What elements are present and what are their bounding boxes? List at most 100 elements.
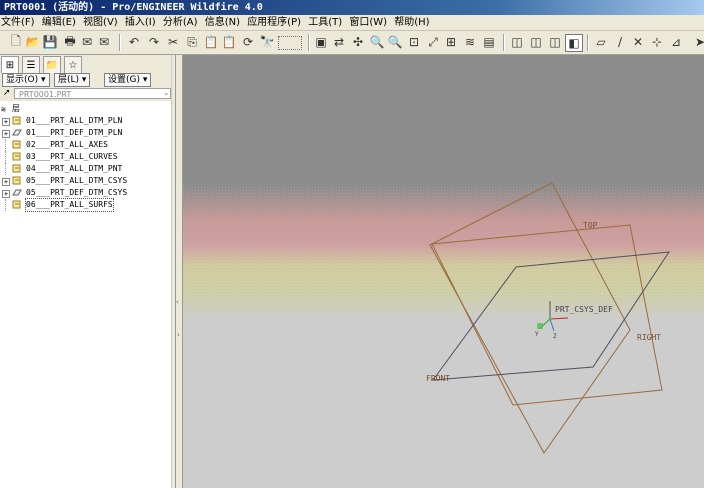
main-toolbar: 🗋 📂 💾 🖶 ✉ ✉ ↶ ↷ ✂ ⎘ 📋 📋 ⟳ 🔭 ▣ ⇄ ✣ 🔍 🔍 ⊡ … bbox=[0, 31, 704, 55]
datum-planes-icon[interactable]: ▱ bbox=[593, 34, 609, 50]
layer-label: 02___PRT_ALL_AXES bbox=[26, 140, 108, 149]
navigator-panel: ⊞ ☰ 📁 ☆ 显示(O) ▾ 层(L) ▾ 设置(G) ▾ ➚ PRT0001… bbox=[0, 55, 175, 488]
redo-icon[interactable]: ↷ bbox=[146, 34, 162, 50]
layers-icon[interactable]: ≋ bbox=[462, 34, 478, 50]
csys-x-axis bbox=[549, 317, 569, 320]
layer-label: 03___PRT_ALL_CURVES bbox=[26, 152, 118, 161]
tree-connector bbox=[5, 139, 6, 151]
csys-origin bbox=[548, 317, 552, 321]
expand-icon[interactable]: + bbox=[2, 130, 10, 138]
layer-icon bbox=[12, 164, 22, 173]
tree-connector bbox=[5, 151, 6, 163]
csys-z-axis bbox=[549, 318, 555, 332]
paste-special-icon[interactable]: 📋 bbox=[221, 34, 237, 50]
cut-icon[interactable]: ✂ bbox=[165, 34, 181, 50]
show-dropdown[interactable]: 显示(O) ▾ bbox=[2, 73, 50, 87]
hidden-line-icon[interactable]: ◫ bbox=[528, 34, 544, 50]
layer-icon bbox=[12, 200, 22, 209]
new-icon[interactable]: 🗋 bbox=[8, 34, 24, 50]
label-csys[interactable]: PRT_CSYS_DEF bbox=[555, 305, 613, 314]
model-select[interactable]: PRT0001.PRT bbox=[14, 88, 171, 99]
reorient-icon[interactable]: ⤢ bbox=[425, 34, 441, 50]
saved-views-icon[interactable]: ⊞ bbox=[443, 34, 459, 50]
layer-tree-icon[interactable]: ☰ bbox=[22, 56, 40, 74]
expand-right-icon[interactable]: › bbox=[177, 331, 180, 339]
model-combo-row: ➚ PRT0001.PRT ⌄ bbox=[0, 87, 175, 101]
pointer-icon: ➚ bbox=[3, 88, 11, 98]
menu-window[interactable]: 窗口(W) bbox=[349, 15, 390, 30]
settings-dropdown[interactable]: 设置(G) ▾ bbox=[104, 73, 152, 87]
layer-label: 05___PRT_ALL_DTM_CSYS bbox=[26, 176, 128, 185]
layers-root-icon: ≋ bbox=[1, 105, 6, 114]
layer-tree: ≋ 层 +01___PRT_ALL_DTM_PLN +01___PRT_DEF_D… bbox=[0, 103, 171, 488]
layer-label: 06___PRT_ALL_SURFS bbox=[25, 198, 114, 212]
email-link-icon[interactable]: ✉ bbox=[96, 34, 112, 50]
repaint-icon[interactable]: ▣ bbox=[313, 34, 329, 50]
select-icon[interactable]: ➤ bbox=[692, 34, 704, 50]
view-manager-icon[interactable]: ▤ bbox=[481, 34, 497, 50]
zoom-out-icon[interactable]: 🔍 bbox=[387, 34, 403, 50]
csys-icon[interactable]: ⊹ bbox=[649, 34, 665, 50]
plane-layer-icon bbox=[12, 188, 22, 197]
label-top[interactable]: TOP bbox=[583, 221, 598, 230]
plane-layer-icon bbox=[12, 128, 22, 137]
menu-analysis[interactable]: 分析(A) bbox=[163, 15, 201, 30]
label-axis-y: Y bbox=[535, 331, 539, 338]
label-right[interactable]: RIGHT bbox=[637, 333, 661, 342]
menu-view[interactable]: 视图(V) bbox=[83, 15, 121, 30]
menu-applications[interactable]: 应用程序(P) bbox=[247, 15, 304, 30]
expand-icon[interactable]: + bbox=[2, 190, 10, 198]
layer-dropdown[interactable]: 层(L) ▾ bbox=[54, 73, 91, 87]
layer-icon bbox=[12, 140, 22, 149]
undo-icon[interactable]: ↶ bbox=[126, 34, 142, 50]
orient-icon[interactable]: ⇄ bbox=[331, 34, 347, 50]
panel-splitter[interactable]: ‹ › bbox=[175, 55, 183, 488]
layer-icon bbox=[12, 176, 22, 185]
menu-help[interactable]: 帮助(H) bbox=[394, 15, 432, 30]
layer-icon bbox=[12, 152, 22, 161]
open-icon[interactable]: 📂 bbox=[25, 34, 41, 50]
collapse-left-icon[interactable]: ‹ bbox=[176, 298, 179, 306]
shading-icon[interactable]: ◧ bbox=[565, 34, 583, 52]
regenerate-icon[interactable]: ⟳ bbox=[240, 34, 256, 50]
menu-info[interactable]: 信息(N) bbox=[205, 15, 243, 30]
menu-edit[interactable]: 编辑(E) bbox=[42, 15, 79, 30]
copy-icon[interactable]: ⎘ bbox=[184, 34, 200, 50]
datum-points-icon[interactable]: ✕ bbox=[630, 34, 646, 50]
refit-icon[interactable]: ⊡ bbox=[406, 34, 422, 50]
label-axis-z: Z bbox=[553, 333, 557, 340]
menu-tools[interactable]: 工具(T) bbox=[308, 15, 345, 30]
menu-bar: 文件(F) 编辑(E) 视图(V) 插入(I) 分析(A) 信息(N) 应用程序… bbox=[0, 15, 704, 31]
zoom-in-icon[interactable]: 🔍 bbox=[369, 34, 385, 50]
folder-browser-icon[interactable]: 📁 bbox=[43, 56, 61, 74]
menu-file[interactable]: 文件(F) bbox=[1, 15, 38, 30]
spin-center-icon[interactable]: ✣ bbox=[350, 34, 366, 50]
window-title: PRT0001 (活动的) - Pro/ENGINEER Wildfire 4.… bbox=[0, 0, 704, 15]
email-icon[interactable]: ✉ bbox=[79, 34, 95, 50]
expand-icon[interactable]: + bbox=[2, 178, 10, 186]
layer-label: 01___PRT_ALL_DTM_PLN bbox=[26, 116, 123, 125]
layer-label: 01___PRT_DEF_DTM_PLN bbox=[26, 128, 123, 137]
tree-connector bbox=[5, 199, 6, 211]
chevron-down-icon[interactable]: ⌄ bbox=[163, 88, 170, 97]
layer-icon bbox=[12, 116, 22, 125]
print-icon[interactable]: 🖶 bbox=[62, 34, 78, 50]
model-view: TOP PRT_CSYS_DEF RIGHT FRONT Y Z bbox=[183, 182, 704, 454]
layer-toolbar: 显示(O) ▾ 层(L) ▾ 设置(G) ▾ bbox=[0, 73, 175, 87]
favorites-icon[interactable]: ☆ bbox=[64, 56, 82, 74]
selection-filter-icon[interactable] bbox=[278, 36, 302, 50]
navigator-tabs: ⊞ ☰ 📁 ☆ bbox=[0, 55, 175, 74]
model-tree-icon[interactable]: ⊞ bbox=[1, 56, 19, 74]
no-hidden-icon[interactable]: ◫ bbox=[547, 34, 563, 50]
csys-display-icon[interactable]: ⊿ bbox=[668, 34, 684, 50]
layer-label: 05___PRT_DEF_DTM_CSYS bbox=[26, 188, 128, 197]
save-icon[interactable]: 💾 bbox=[42, 34, 58, 50]
paste-icon[interactable]: 📋 bbox=[203, 34, 219, 50]
menu-insert[interactable]: 插入(I) bbox=[125, 15, 159, 30]
wireframe-icon[interactable]: ◫ bbox=[509, 34, 525, 50]
graphics-window[interactable]: TOP PRT_CSYS_DEF RIGHT FRONT Y Z bbox=[183, 55, 704, 488]
label-front[interactable]: FRONT bbox=[426, 374, 450, 383]
find-icon[interactable]: 🔭 bbox=[259, 34, 275, 50]
datum-axes-icon[interactable]: ∕ bbox=[612, 34, 628, 50]
expand-icon[interactable]: + bbox=[2, 118, 10, 126]
